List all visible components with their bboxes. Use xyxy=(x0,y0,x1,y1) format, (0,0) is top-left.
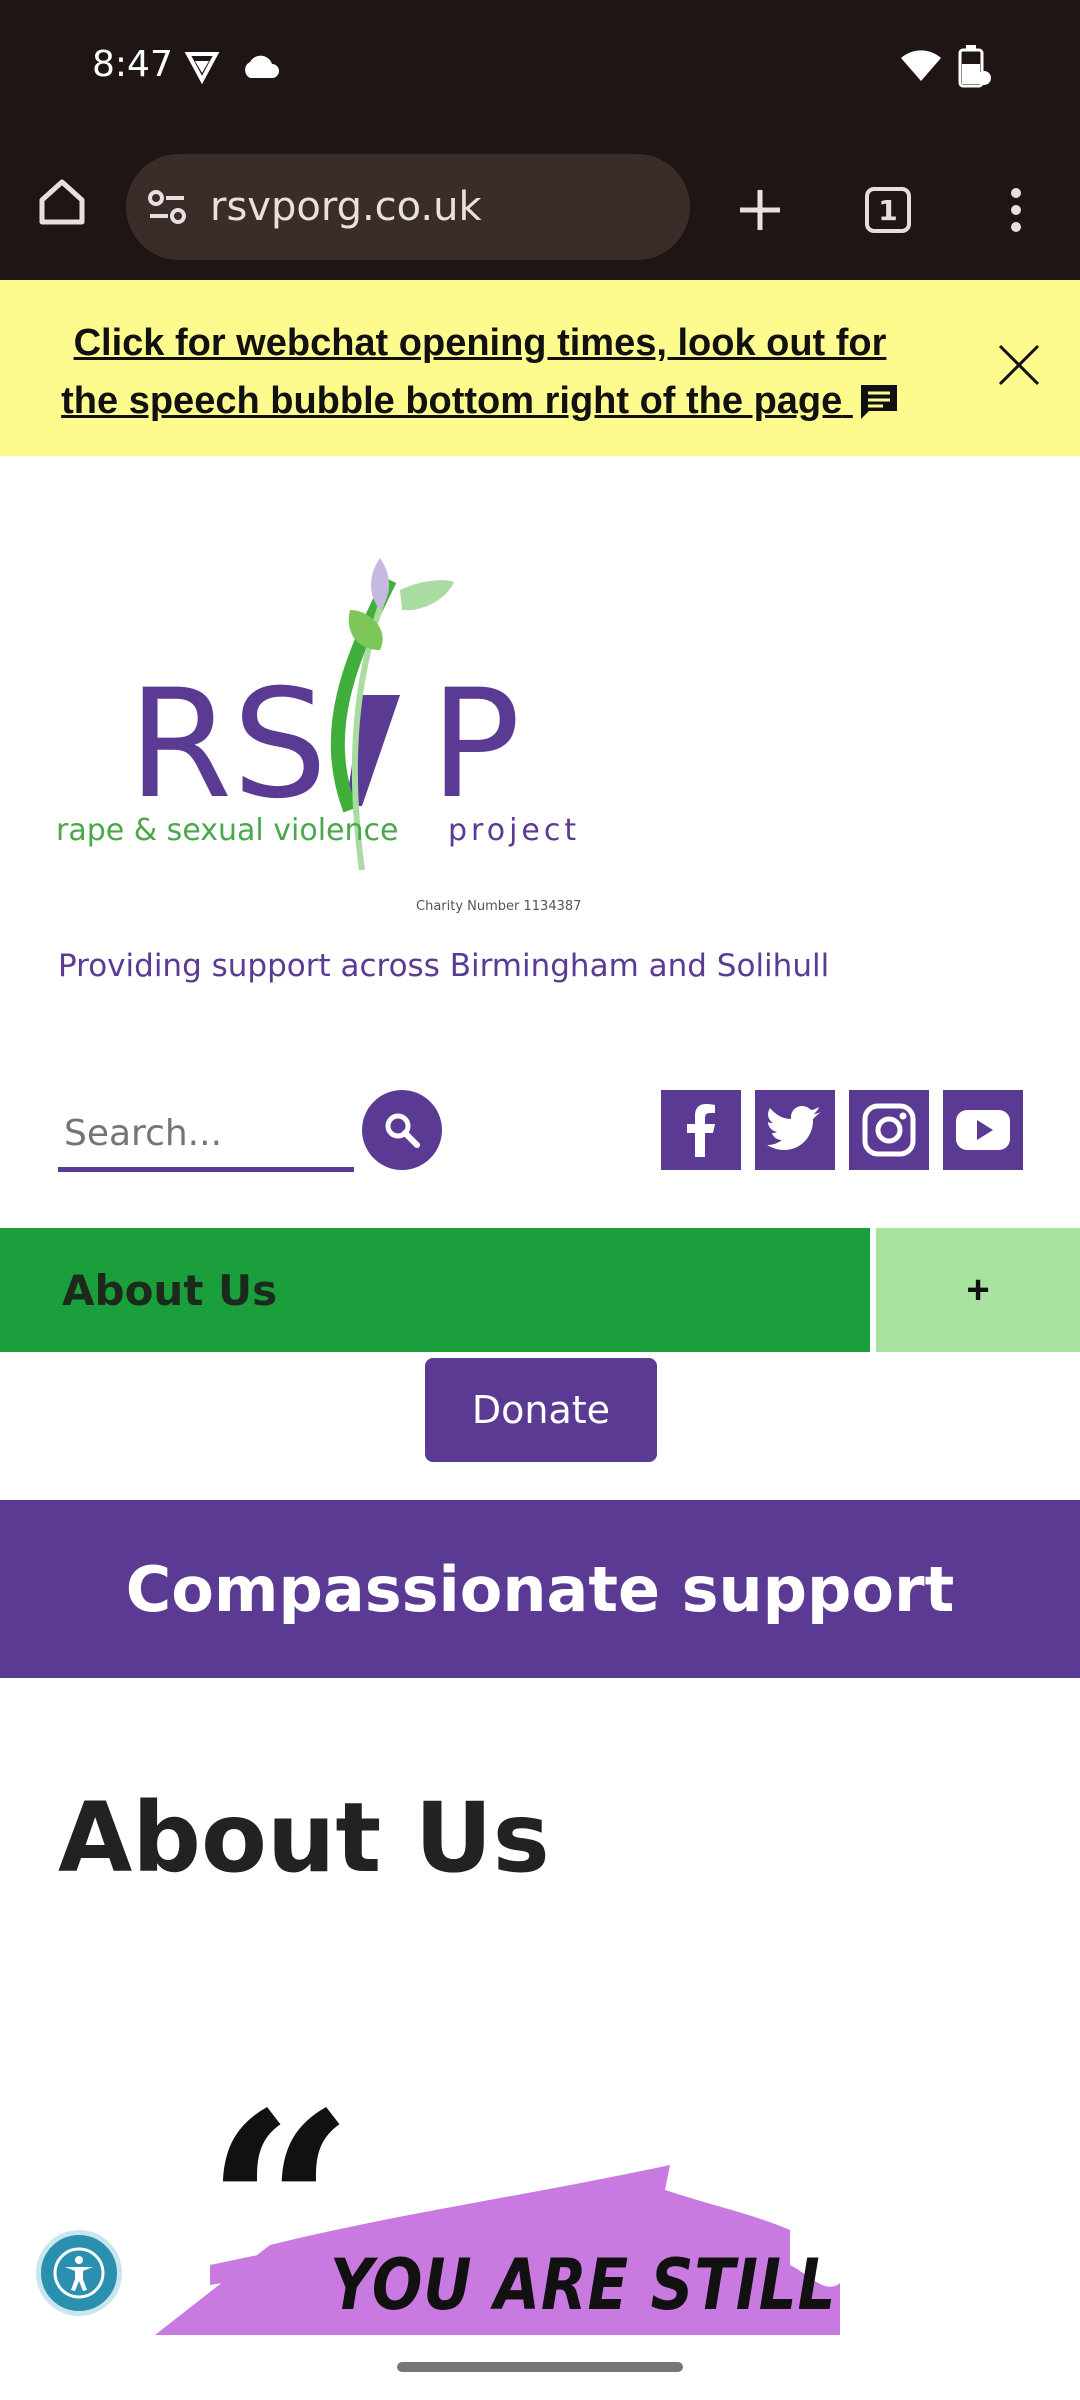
nav-current-page[interactable]: About Us xyxy=(0,1228,870,1352)
twitter-icon xyxy=(767,1106,821,1150)
site-tagline: Providing support across Birmingham and … xyxy=(58,948,830,984)
status-time: 8:47 xyxy=(92,44,173,85)
search-button[interactable] xyxy=(362,1090,442,1170)
battery-charging-icon xyxy=(956,44,992,93)
quote-text: YOU ARE STILL xyxy=(330,2244,837,2326)
nav-label: About Us xyxy=(62,1266,278,1315)
instagram-icon xyxy=(862,1103,916,1157)
announcement-link[interactable]: Click for webchat opening times, look ou… xyxy=(40,314,920,430)
hero-banner-text: Compassionate support xyxy=(125,1552,955,1626)
home-button[interactable] xyxy=(30,170,94,234)
announcement-text: Click for webchat opening times, look ou… xyxy=(61,322,887,422)
home-icon xyxy=(39,179,85,225)
address-bar[interactable]: rsvporg.co.uk xyxy=(126,154,690,260)
facebook-icon xyxy=(687,1104,715,1157)
twitter-link[interactable] xyxy=(755,1090,835,1170)
nav-expand-button[interactable]: + xyxy=(876,1228,1080,1352)
logo-wordmark-rs: RS xyxy=(128,658,327,832)
donate-button[interactable]: Donate xyxy=(425,1358,657,1462)
instagram-link[interactable] xyxy=(849,1090,929,1170)
new-tab-button[interactable] xyxy=(728,178,792,242)
chat-bubble-icon xyxy=(860,385,897,419)
cloud-icon xyxy=(240,52,280,85)
gesture-home-indicator[interactable] xyxy=(397,2362,683,2372)
accessibility-button[interactable] xyxy=(36,2230,122,2316)
close-icon xyxy=(998,344,1040,386)
overflow-menu-icon xyxy=(1011,188,1021,232)
search-icon xyxy=(385,1113,420,1148)
youtube-icon xyxy=(956,1110,1010,1150)
wifi-icon xyxy=(900,48,942,87)
tab-switcher-button[interactable]: 1 xyxy=(856,178,920,242)
new-tab-plus-icon xyxy=(740,190,780,230)
url-text: rsvporg.co.uk xyxy=(210,184,482,230)
overflow-menu-button[interactable] xyxy=(992,178,1040,242)
webchat-announcement[interactable]: Click for webchat opening times, look ou… xyxy=(0,280,1080,456)
tab-switcher-icon: 1 xyxy=(865,187,911,233)
status-bar: 8:47 xyxy=(0,0,1080,140)
page-title: About Us xyxy=(58,1782,550,1894)
vpn-shield-icon xyxy=(184,48,220,89)
site-logo[interactable]: RS P rape & sexual violence project Char… xyxy=(50,540,610,920)
youtube-link[interactable] xyxy=(943,1090,1023,1170)
hero-banner: Compassionate support xyxy=(0,1500,1080,1678)
logo-subtitle-right: project xyxy=(448,813,580,848)
browser-toolbar: rsvporg.co.uk 1 xyxy=(0,140,1080,280)
charity-number: Charity Number 1134387 xyxy=(416,899,581,914)
accessibility-icon xyxy=(53,2247,105,2299)
close-announcement-button[interactable] xyxy=(996,342,1042,393)
facebook-link[interactable] xyxy=(661,1090,741,1170)
logo-subtitle-left: rape & sexual violence xyxy=(56,813,398,848)
search-input[interactable] xyxy=(58,1100,354,1172)
site-settings-icon[interactable] xyxy=(146,186,188,228)
logo-wordmark-p: P xyxy=(430,658,520,832)
